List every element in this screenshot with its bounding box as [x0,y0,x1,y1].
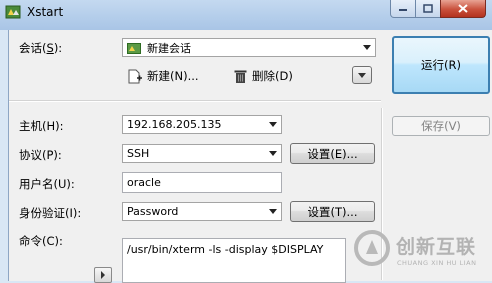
run-button[interactable]: 运行(R) [392,36,490,94]
chevron-down-icon [269,151,277,156]
auth-value: Password [127,205,179,218]
maximize-icon [423,4,433,13]
protocol-value: SSH [127,147,150,160]
app-icon [5,5,21,19]
username-label: 用户名(U): [19,177,75,191]
new-session-button[interactable]: 新建(N)... [128,68,199,84]
close-icon [458,4,468,13]
protocol-label: 协议(P): [19,148,62,162]
save-button[interactable]: 保存(V) [392,116,490,136]
session-options-dropdown[interactable] [352,66,372,84]
session-select[interactable]: 新建会话 [122,38,376,57]
command-input[interactable]: /usr/bin/xterm -ls -display $DISPLAY [122,238,346,283]
watermark-logo: 创新互联 CHUANG XIN HU LIAN [348,226,492,276]
title-bar: Xstart [0,0,492,30]
session-select-value: 新建会话 [147,41,191,55]
trash-icon [234,70,247,83]
session-folder-icon [127,42,141,54]
minimize-button[interactable] [390,0,416,18]
brand-logo-icon [354,230,390,266]
host-select[interactable]: 192.168.205.135 [122,115,282,134]
session-section: 会话(S): 新建会话 新建(N)... 删除(D) 运行(R) [9,30,492,100]
username-value: oracle [127,176,161,189]
new-document-icon [128,69,142,83]
section-divider [9,100,381,102]
auth-settings-button[interactable]: 设置(T)... [290,201,375,222]
close-button[interactable] [440,0,486,18]
chevron-right-icon [101,271,105,279]
new-session-label: 新建(N)... [147,69,199,83]
auth-select[interactable]: Password [122,202,282,221]
maximize-button[interactable] [415,0,441,18]
command-label: 命令(C): [19,234,63,248]
delete-session-label: 删除(D) [252,69,293,83]
chevron-down-icon [363,45,371,50]
chevron-down-icon [269,122,277,127]
session-label: 会话(S): [19,41,63,55]
username-input[interactable]: oracle [122,172,282,193]
host-label: 主机(H): [19,119,64,133]
delete-session-button[interactable]: 删除(D) [234,68,293,84]
host-value: 192.168.205.135 [127,118,222,131]
protocol-settings-button[interactable]: 设置(E)... [290,143,375,164]
protocol-select[interactable]: SSH [122,144,282,163]
minimize-icon [399,8,407,11]
watermark-brand: 创新互联 [396,236,477,258]
chevron-down-icon [269,209,277,214]
watermark-sub: CHUANG XIN HU LIAN [397,259,477,267]
auth-label: 身份验证(I): [19,206,82,220]
window-title: Xstart [27,5,64,19]
